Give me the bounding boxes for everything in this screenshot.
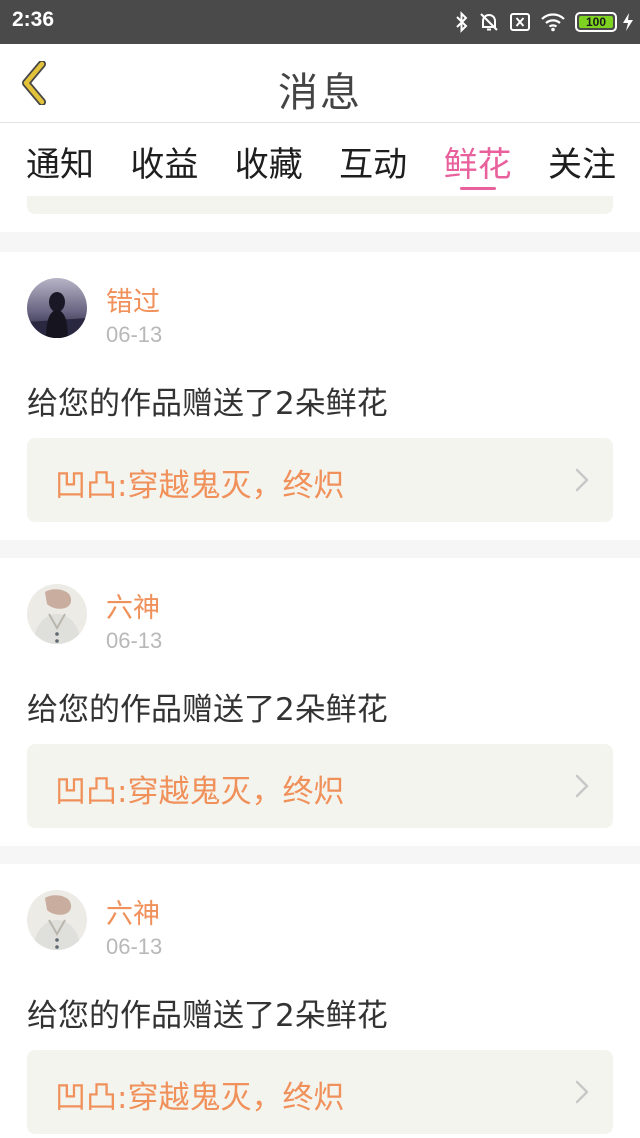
message-text: 给您的作品赠送了2朵鲜花 bbox=[27, 692, 388, 728]
work-link[interactable]: 凹凸:穿越鬼灭，终炽 bbox=[27, 1050, 613, 1134]
message-text: 给您的作品赠送了2朵鲜花 bbox=[27, 386, 388, 422]
status-time: 2:36 bbox=[12, 8, 55, 31]
sender-name[interactable]: 六神 bbox=[106, 892, 160, 931]
avatar[interactable] bbox=[27, 890, 87, 950]
message-card: 六神 06-13 给您的作品赠送了2朵鲜花 凹凸:穿越鬼灭，终炽 bbox=[0, 558, 640, 846]
no-sim-icon bbox=[509, 12, 531, 32]
tab-bar: 通知 收益 收藏 互动 鲜花 关注 bbox=[0, 124, 640, 196]
sender-name[interactable]: 错过 bbox=[106, 280, 160, 319]
avatar[interactable] bbox=[27, 584, 87, 644]
page-title: 消息 bbox=[278, 70, 362, 116]
header: 消息 bbox=[0, 44, 640, 123]
avatar[interactable] bbox=[27, 278, 87, 338]
battery-icon: 100 bbox=[575, 12, 617, 32]
tab-interactions[interactable]: 互动 bbox=[339, 124, 407, 196]
message-list[interactable]: 错过 06-13 给您的作品赠送了2朵鲜花 凹凸:穿越鬼灭，终炽 六神 06-1… bbox=[0, 196, 640, 1138]
chevron-right-icon bbox=[575, 774, 589, 798]
work-link[interactable]: 凹凸:穿越鬼灭，终炽 bbox=[27, 438, 613, 522]
tab-favorites[interactable]: 收藏 bbox=[235, 124, 303, 196]
tab-flowers[interactable]: 鲜花 bbox=[444, 124, 512, 196]
message-date: 06-13 bbox=[106, 628, 163, 653]
message-date: 06-13 bbox=[106, 934, 163, 959]
notifications-off-icon bbox=[478, 11, 500, 33]
wifi-icon bbox=[540, 12, 566, 32]
work-title: 凹凸:穿越鬼灭，终炽 bbox=[55, 468, 345, 504]
message-date: 06-13 bbox=[106, 322, 163, 347]
work-link[interactable]: 凹凸:穿越鬼灭，终炽 bbox=[27, 744, 613, 828]
active-tab-indicator bbox=[459, 187, 496, 190]
sender-name[interactable]: 六神 bbox=[106, 586, 160, 625]
tab-earnings[interactable]: 收益 bbox=[130, 124, 198, 196]
work-title: 凹凸:穿越鬼灭，终炽 bbox=[55, 1080, 345, 1116]
chevron-right-icon bbox=[575, 468, 589, 492]
message-text: 给您的作品赠送了2朵鲜花 bbox=[27, 998, 388, 1034]
tab-follows[interactable]: 关注 bbox=[548, 124, 616, 196]
charging-icon bbox=[622, 12, 634, 32]
message-card: 六神 06-13 给您的作品赠送了2朵鲜花 凹凸:穿越鬼灭，终炽 bbox=[0, 864, 640, 1138]
chevron-right-icon bbox=[575, 1080, 589, 1104]
message-card: 错过 06-13 给您的作品赠送了2朵鲜花 凹凸:穿越鬼灭，终炽 bbox=[0, 252, 640, 540]
work-title: 凹凸:穿越鬼灭，终炽 bbox=[55, 774, 345, 810]
tab-notifications[interactable]: 通知 bbox=[26, 124, 94, 196]
status-icons: 100 bbox=[446, 9, 634, 35]
previous-work-link-fragment[interactable] bbox=[27, 196, 613, 214]
previous-card-fragment bbox=[0, 196, 640, 232]
battery-level: 100 bbox=[585, 15, 607, 29]
status-bar: 2:36 100 bbox=[0, 0, 640, 44]
bluetooth-icon bbox=[455, 11, 469, 33]
